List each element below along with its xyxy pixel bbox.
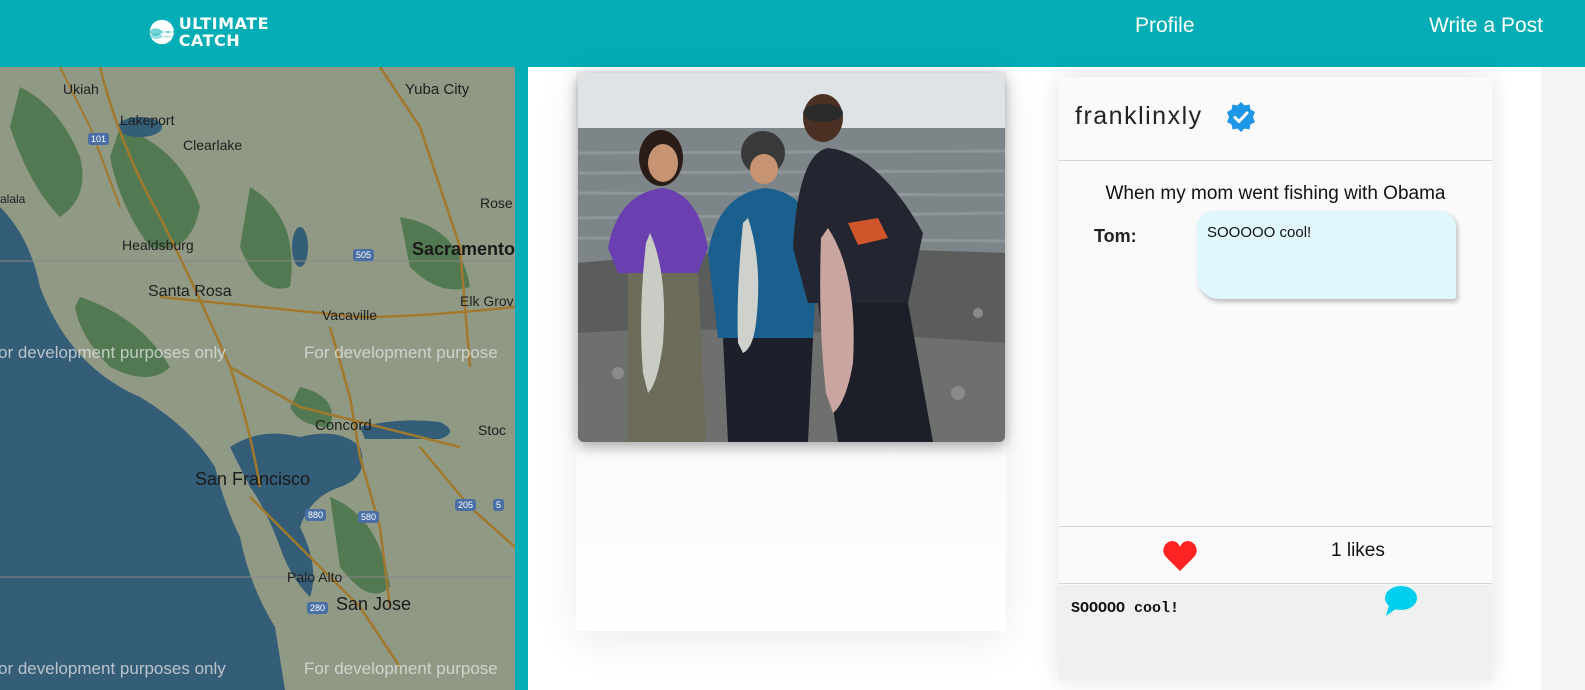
panel-divider <box>515 67 528 690</box>
road-shield: 280 <box>307 602 329 614</box>
nav-profile-link[interactable]: Profile <box>1135 14 1195 38</box>
speech-bubble-icon[interactable] <box>1383 585 1419 617</box>
road-shield: 101 <box>88 133 110 145</box>
map-watermark: or development purposes only <box>0 659 226 678</box>
likes-bar: 1 likes <box>1059 526 1492 584</box>
post-caption: When my mom went fishing with Obama <box>1105 183 1446 204</box>
map-city-label: San Jose <box>336 594 412 614</box>
fishing-photo-image <box>578 73 1005 442</box>
post-card: franklinxly When my mom went fishing wit… <box>1059 77 1492 680</box>
road-shield: 505 <box>353 249 375 261</box>
map-city-label: Ukiah <box>63 81 99 97</box>
verified-badge-icon <box>1227 102 1255 132</box>
map-canvas <box>0 67 515 690</box>
logo-line-2: CATCH <box>178 31 241 50</box>
map-city-label: Healdsburg <box>122 237 194 253</box>
comment-text: SOOOOO cool! <box>1207 224 1312 241</box>
map-city-label: San Francisco <box>195 469 311 489</box>
comment-input[interactable]: SOOOOO cool! <box>1059 585 1492 680</box>
map-city-label: Concord <box>315 417 372 434</box>
comment-bubble: SOOOOO cool! <box>1197 211 1456 299</box>
post-header: franklinxly <box>1059 77 1492 161</box>
map-watermark: For development purpose <box>304 343 498 362</box>
top-nav-bar: ULTIMATE CATCH Profile Write a Post <box>0 0 1585 67</box>
logo-text: ULTIMATE CATCH <box>179 15 269 49</box>
wave-logo-icon <box>149 19 175 45</box>
map-city-label: Elk Grov <box>460 293 514 309</box>
map-city-label: Lakeport <box>120 112 175 128</box>
map-panel[interactable]: Ukiah Yuba City Lakeport Clearlake Heald… <box>0 67 515 690</box>
logo-line-1: ULTIMATE <box>178 14 269 33</box>
heart-icon[interactable] <box>1162 539 1198 573</box>
road-shield: 205 <box>455 499 477 511</box>
post-content-area: franklinxly When my mom went fishing wit… <box>528 67 1585 690</box>
post-photo[interactable] <box>578 73 1005 442</box>
right-gutter <box>1541 67 1585 690</box>
map-watermark: For development purpose <box>304 659 498 678</box>
map-city-label: Sacramento <box>412 239 515 259</box>
map-city-label: Rose <box>480 195 513 211</box>
comment-author: Tom: <box>1094 226 1137 246</box>
map-city-label: alala <box>0 192 26 206</box>
likes-count: 1 likes <box>1331 540 1385 561</box>
map-city-label: Stoc <box>478 422 507 438</box>
ultimate-catch-logo[interactable]: ULTIMATE CATCH <box>149 11 269 53</box>
map-city-label: Vacaville <box>322 307 377 323</box>
map-city-label: Santa Rosa <box>148 283 232 300</box>
road-shield: 580 <box>358 511 380 523</box>
map-watermark: or development purposes only <box>0 343 226 362</box>
map-city-label: Yuba City <box>405 81 470 98</box>
road-shield: 5 <box>493 499 505 511</box>
map-city-label: Clearlake <box>183 137 243 153</box>
road-shield: 880 <box>305 509 327 521</box>
post-username[interactable]: franklinxly <box>1075 102 1203 131</box>
nav-write-post-link[interactable]: Write a Post <box>1429 14 1543 38</box>
map-city-label: Palo Alto <box>287 569 343 585</box>
